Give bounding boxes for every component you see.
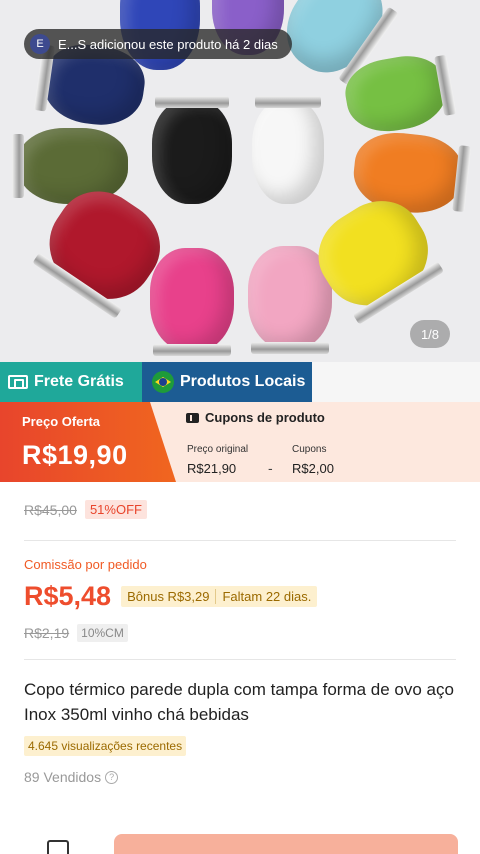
original-price-block: Preço original R$21,90 — [187, 444, 248, 476]
commission-row: R$5,48 Bônus R$3,29 Faltam 22 dias. — [24, 581, 318, 612]
divider — [24, 540, 456, 541]
old-commission: R$2,19 — [24, 625, 70, 641]
bonus-remaining: Faltam 22 dias. — [222, 589, 312, 604]
bonus-tag: Bônus R$3,29 Faltam 22 dias. — [121, 586, 318, 607]
badges-strip: Frete Grátis Produtos Locais — [0, 362, 480, 402]
coupon-ticket-icon — [186, 412, 199, 423]
bonus-amount: Bônus R$3,29 — [127, 589, 210, 604]
old-price: R$45,00 — [24, 501, 77, 518]
price-banner: Preço Oferta R$19,90 Cupons de produto P… — [0, 402, 480, 482]
free-shipping-badge: Frete Grátis — [0, 362, 142, 402]
added-by-notice: E E...S adicionou este produto há 2 dias — [24, 29, 292, 59]
free-shipping-label: Frete Grátis — [34, 373, 124, 390]
commission-rate-tag: 10%CM — [77, 624, 128, 642]
truck-icon — [8, 375, 28, 389]
image-counter: 1/8 — [410, 320, 450, 348]
discount-tag: 51%OFF — [84, 500, 147, 519]
help-icon[interactable]: ? — [105, 770, 119, 784]
notice-text: E...S adicionou este produto há 2 dias — [58, 36, 278, 52]
offer-price: R$19,90 — [22, 440, 128, 470]
local-products-label: Produtos Locais — [180, 373, 306, 390]
coupons-value: R$2,00 — [292, 461, 334, 476]
product-image[interactable]: E E...S adicionou este produto há 2 dias… — [0, 0, 480, 362]
commission-label: Comissão por pedido — [24, 557, 147, 572]
coupons-block: Cupons R$2,00 — [292, 444, 334, 476]
product-coupons-header[interactable]: Cupons de produto — [186, 410, 325, 425]
brazil-flag-icon — [152, 371, 174, 393]
minus-sign: - — [268, 460, 273, 476]
recent-views-tag: 4.645 visualizações recentes — [24, 736, 187, 756]
old-commission-row: R$2,19 10%CM — [24, 624, 128, 642]
badges-spacer — [312, 362, 480, 402]
bonus-separator — [215, 589, 217, 604]
local-products-badge: Produtos Locais — [142, 362, 312, 402]
action-button[interactable] — [114, 834, 458, 854]
user-avatar: E — [30, 34, 50, 54]
offer-price-box: Preço Oferta R$19,90 — [0, 402, 176, 482]
divider — [24, 659, 456, 660]
old-price-row: R$45,00 51%OFF — [24, 500, 147, 519]
product-title: Copo térmico parede dupla com tampa form… — [24, 680, 454, 724]
store-icon[interactable] — [47, 840, 69, 854]
coupons-header-label: Cupons de produto — [205, 410, 325, 425]
sold-count[interactable]: 89 Vendidos ? — [24, 769, 119, 785]
original-price-label: Preço original — [187, 444, 249, 455]
sold-count-label: 89 Vendidos — [24, 769, 102, 785]
coupons-label: Cupons — [292, 444, 327, 455]
original-price-value: R$21,90 — [187, 461, 237, 476]
commission-value: R$5,48 — [24, 581, 112, 611]
offer-label: Preço Oferta — [22, 414, 101, 429]
